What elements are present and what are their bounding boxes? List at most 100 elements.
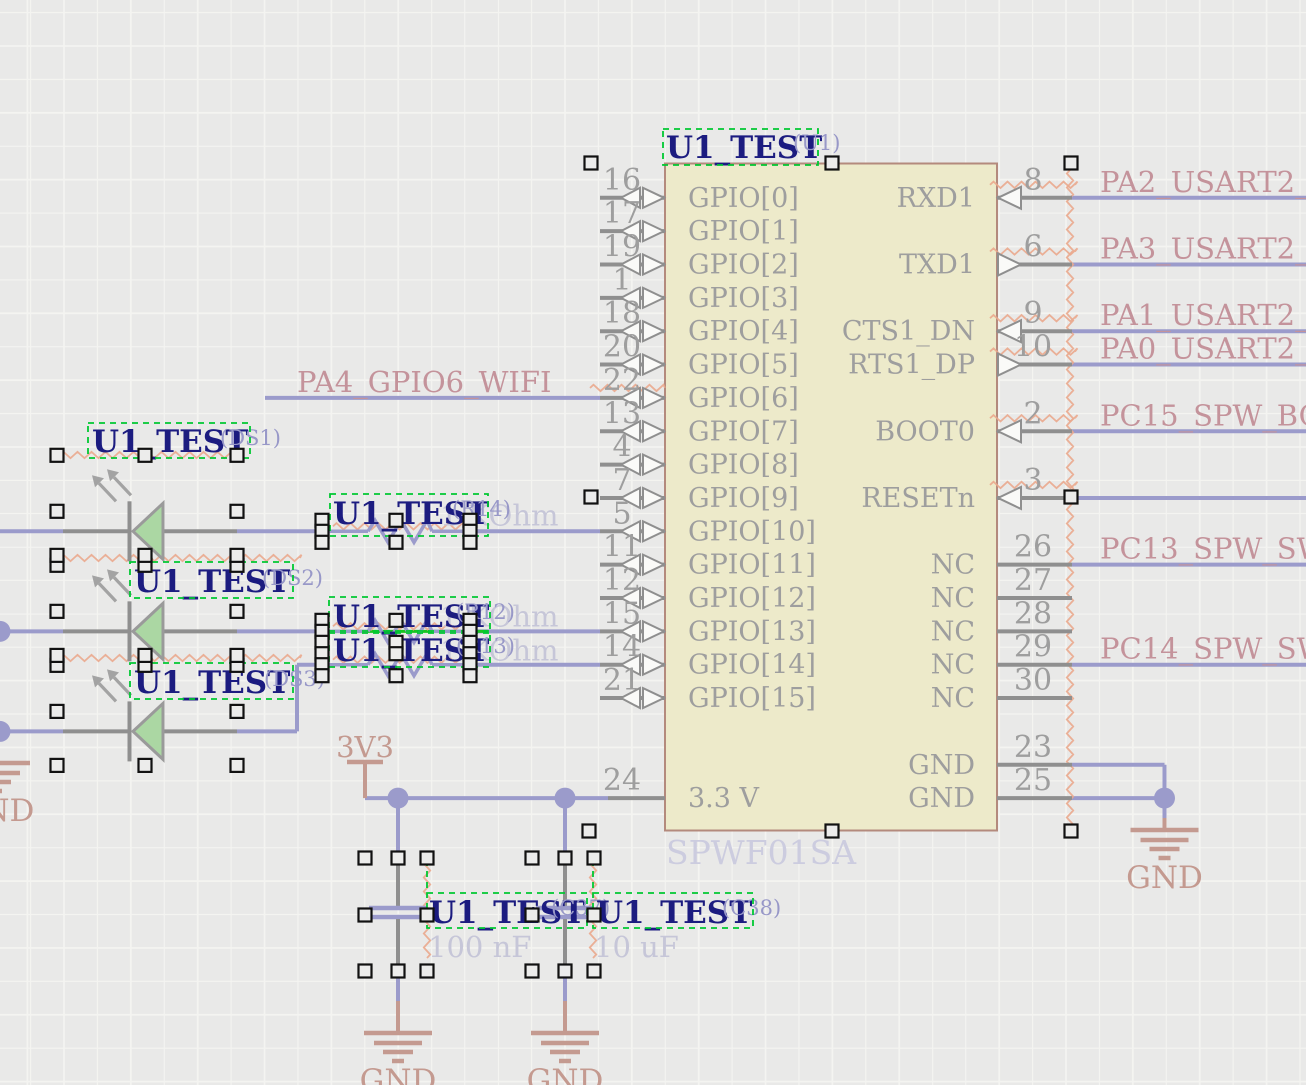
selection-handle[interactable] bbox=[390, 614, 403, 627]
pin-name[interactable]: GPIO[14] bbox=[688, 650, 816, 681]
selection-handle[interactable] bbox=[231, 549, 244, 562]
net-label[interactable]: PA0_USART2_C bbox=[1100, 332, 1306, 367]
junction-dot[interactable] bbox=[1154, 788, 1175, 809]
junction-dot[interactable] bbox=[0, 721, 11, 742]
pin-number[interactable]: 9 bbox=[1023, 296, 1042, 331]
pin-number[interactable]: 14 bbox=[603, 630, 641, 665]
selection-handle[interactable] bbox=[139, 649, 152, 662]
pin-name[interactable]: GPIO[11] bbox=[688, 550, 816, 581]
selection-handle[interactable] bbox=[526, 852, 539, 865]
pin-name[interactable]: GPIO[3] bbox=[688, 283, 799, 314]
selection-handle[interactable] bbox=[390, 514, 403, 527]
pin-name[interactable]: GPIO[2] bbox=[688, 250, 799, 281]
selection-handle[interactable] bbox=[231, 505, 244, 518]
pin-number[interactable]: 15 bbox=[603, 596, 641, 631]
gnd-label[interactable]: GND bbox=[360, 1063, 437, 1085]
net-label[interactable]: PA2_USART2_T bbox=[1100, 165, 1306, 200]
pin-name[interactable]: TXD1 bbox=[899, 250, 975, 281]
selection-handle[interactable] bbox=[139, 759, 152, 772]
selection-handle[interactable] bbox=[421, 852, 434, 865]
selection-handle[interactable] bbox=[559, 852, 572, 865]
pin-name[interactable]: GPIO[13] bbox=[688, 616, 816, 647]
selection-handle[interactable] bbox=[316, 669, 329, 682]
net-label[interactable]: PA1_USART2_R bbox=[1100, 298, 1306, 333]
selection-handle[interactable] bbox=[390, 669, 403, 682]
gnd-label[interactable]: GND bbox=[0, 793, 34, 829]
selection-handle[interactable] bbox=[588, 965, 601, 978]
selection-handle[interactable] bbox=[390, 536, 403, 549]
pin-number[interactable]: 2 bbox=[1023, 396, 1042, 431]
selection-handle[interactable] bbox=[583, 825, 596, 838]
pin-number[interactable]: 30 bbox=[1014, 663, 1052, 698]
pin-number[interactable]: 6 bbox=[1023, 230, 1042, 265]
pin-name[interactable]: GND bbox=[908, 750, 975, 781]
selection-handle[interactable] bbox=[1065, 491, 1078, 504]
pin-name[interactable]: NC bbox=[931, 583, 975, 614]
pin-name[interactable]: NC bbox=[931, 650, 975, 681]
selection-handle[interactable] bbox=[51, 705, 64, 718]
led-symbol[interactable] bbox=[133, 703, 163, 759]
pin-number[interactable]: 25 bbox=[1014, 763, 1052, 798]
net-label[interactable]: PC15_SPW_BOO bbox=[1100, 398, 1306, 433]
pin-number[interactable]: 10 bbox=[1014, 330, 1052, 365]
junction-dot[interactable] bbox=[0, 621, 11, 642]
selection-handle[interactable] bbox=[51, 649, 64, 662]
pin-name[interactable]: GPIO[7] bbox=[688, 416, 799, 447]
power-3v3-label[interactable]: 3V3 bbox=[336, 730, 394, 764]
pin-number[interactable]: 19 bbox=[603, 230, 641, 265]
selection-handle[interactable] bbox=[392, 965, 405, 978]
gnd-label[interactable]: GND bbox=[527, 1063, 604, 1085]
net-label[interactable]: PC13_SPW_SWI bbox=[1100, 532, 1306, 567]
pin-name[interactable]: GPIO[4] bbox=[688, 316, 799, 347]
pin-number[interactable]: 16 bbox=[603, 163, 641, 198]
selection-handle[interactable] bbox=[359, 965, 372, 978]
selection-handle[interactable] bbox=[139, 549, 152, 562]
selection-handle[interactable] bbox=[231, 705, 244, 718]
selection-handle[interactable] bbox=[359, 909, 372, 922]
selection-handle[interactable] bbox=[585, 157, 598, 170]
pin-number[interactable]: 5 bbox=[612, 496, 631, 531]
pin-number[interactable]: 26 bbox=[1014, 530, 1052, 565]
pin-name[interactable]: GND bbox=[908, 783, 975, 814]
pin-number[interactable]: 28 bbox=[1014, 596, 1052, 631]
pin-number[interactable]: 4 bbox=[612, 430, 631, 465]
pin-number[interactable]: 24 bbox=[603, 763, 641, 798]
selection-handle[interactable] bbox=[421, 909, 434, 922]
pin-number[interactable]: 7 bbox=[612, 463, 631, 498]
selection-handle[interactable] bbox=[588, 909, 601, 922]
pin-name[interactable]: GPIO[15] bbox=[688, 683, 816, 714]
pin-number[interactable]: 22 bbox=[603, 363, 641, 398]
refdes-label[interactable]: (R14) bbox=[452, 497, 511, 521]
gnd-label[interactable]: GND bbox=[1126, 860, 1203, 896]
selection-handle[interactable] bbox=[1065, 157, 1078, 170]
selection-handle[interactable] bbox=[51, 759, 64, 772]
pin-number[interactable]: 17 bbox=[603, 196, 641, 231]
selection-handle[interactable] bbox=[1065, 825, 1078, 838]
pin-number[interactable]: 3 bbox=[1023, 463, 1042, 498]
selection-handle[interactable] bbox=[585, 491, 598, 504]
pin-number[interactable]: 11 bbox=[603, 530, 641, 565]
pin-name[interactable]: NC bbox=[931, 683, 975, 714]
selection-handle[interactable] bbox=[51, 605, 64, 618]
selection-handle[interactable] bbox=[139, 449, 152, 462]
selection-handle[interactable] bbox=[526, 909, 539, 922]
pin-name[interactable]: RTS1_DP bbox=[848, 350, 975, 381]
selection-handle[interactable] bbox=[51, 505, 64, 518]
selection-handle[interactable] bbox=[826, 157, 839, 170]
pin-name[interactable]: 3.3 V bbox=[688, 783, 760, 814]
selection-handle[interactable] bbox=[464, 536, 477, 549]
pin-number[interactable]: 8 bbox=[1023, 163, 1042, 198]
selection-handle[interactable] bbox=[392, 852, 405, 865]
pin-number[interactable]: 12 bbox=[603, 563, 641, 598]
pin-number[interactable]: 27 bbox=[1014, 563, 1052, 598]
selection-handle[interactable] bbox=[464, 669, 477, 682]
selection-handle[interactable] bbox=[231, 649, 244, 662]
net-label[interactable]: PA3_USART2_R bbox=[1100, 232, 1306, 267]
pin-number[interactable]: 29 bbox=[1014, 630, 1052, 665]
pin-name[interactable]: CTS1_DN bbox=[842, 316, 975, 347]
pin-name[interactable]: GPIO[6] bbox=[688, 383, 799, 414]
pin-number[interactable]: 1 bbox=[612, 263, 631, 298]
refdes-label[interactable]: (U1) bbox=[793, 131, 840, 155]
pin-name[interactable]: BOOT0 bbox=[875, 416, 975, 447]
selection-handle[interactable] bbox=[231, 449, 244, 462]
